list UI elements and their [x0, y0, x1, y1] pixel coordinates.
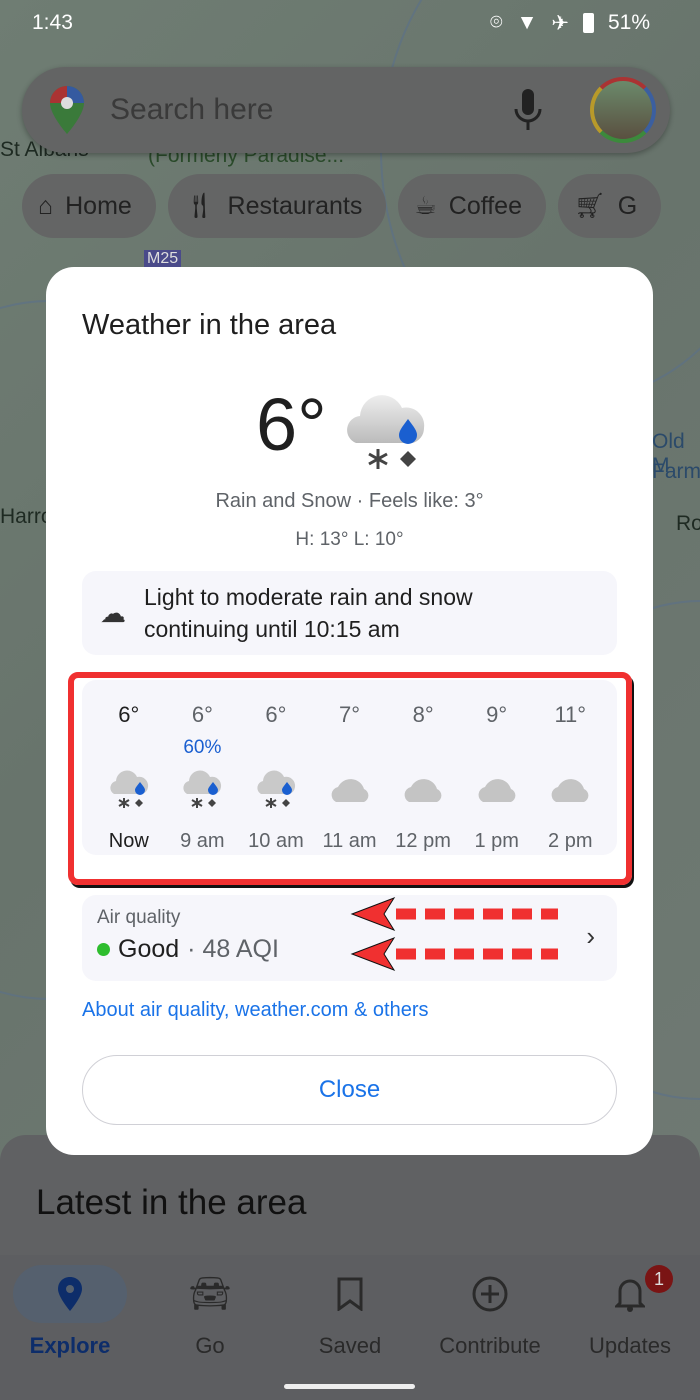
nav-label: Saved	[318, 1333, 382, 1358]
airplane-icon: ✈	[551, 11, 569, 35]
nav-label: Explore	[29, 1333, 111, 1358]
avatar[interactable]	[590, 77, 656, 143]
sheet-title: Latest in the area	[36, 1183, 307, 1222]
current-temperature: 6°	[256, 383, 327, 466]
chevron-right-icon: ›	[586, 921, 595, 951]
about-air-quality-link[interactable]: About air quality, weather.com & others	[82, 999, 428, 1022]
chip-label: Coffee	[448, 191, 522, 220]
cart-icon: 🛒︎	[573, 191, 606, 220]
close-button[interactable]: Close	[82, 1055, 617, 1125]
rain-snow-cloud-icon: ☁︎	[100, 597, 126, 628]
highlight-box	[68, 672, 632, 885]
clock: 1:43	[32, 11, 73, 34]
explore-pin-icon	[13, 1265, 127, 1323]
aqi-value: · 48 AQI	[187, 935, 279, 963]
alert-text: Light to moderate rain and snow continui…	[144, 584, 473, 642]
nav-go[interactable]: 🚘︎ Go	[140, 1265, 280, 1359]
aqi-status: Good	[118, 935, 180, 963]
gesture-handle[interactable]	[284, 1384, 415, 1389]
chip-label: Restaurants	[227, 191, 363, 220]
chip-groceries[interactable]: 🛒︎ G	[557, 174, 662, 238]
weather-alert[interactable]: ☁︎ Light to moderate rain and snow conti…	[82, 571, 617, 655]
chip-coffee[interactable]: ☕︎ Coffee	[398, 174, 546, 238]
chip-home[interactable]: ⌂ Home	[22, 174, 156, 238]
coffee-icon: ☕︎	[414, 192, 437, 220]
air-quality-label: Air quality	[97, 907, 181, 928]
high-low-text: H: 13° L: 10°	[295, 529, 404, 550]
status-bar: 1:43 ⌾ ▼ ✈ 51%	[32, 8, 650, 38]
search-input[interactable]: Search here	[110, 93, 514, 127]
aqi-status-dot	[97, 943, 110, 956]
nav-updates[interactable]: 1 Updates	[560, 1265, 700, 1359]
add-circle-icon	[433, 1265, 547, 1323]
nav-label: Contribute	[439, 1333, 541, 1358]
location-icon: ⌾	[489, 11, 503, 34]
nav-label: Updates	[589, 1333, 671, 1358]
nav-explore[interactable]: Explore	[0, 1265, 140, 1359]
restaurant-icon: 🍴︎	[183, 191, 216, 220]
wifi-icon: ▼	[516, 11, 538, 34]
condition-text: Rain and Snow · Feels like: 3°	[215, 490, 484, 512]
battery-icon	[582, 13, 594, 33]
maps-logo-icon	[50, 86, 84, 134]
chip-restaurants[interactable]: 🍴︎ Restaurants	[167, 174, 387, 238]
map-label: Harro	[0, 505, 53, 528]
commute-icon: 🚘︎	[188, 1275, 232, 1313]
dialog-title: Weather in the area	[82, 309, 337, 341]
search-bar[interactable]: Search here	[22, 67, 670, 153]
nav-label: Go	[195, 1333, 225, 1358]
nav-saved[interactable]: Saved	[280, 1265, 420, 1359]
annotation-arrows-icon	[350, 897, 558, 971]
nav-contribute[interactable]: Contribute	[420, 1265, 560, 1359]
map-label: Farm	[652, 460, 700, 483]
chip-label: G	[617, 191, 638, 220]
home-icon: ⌂	[38, 191, 54, 220]
battery-percent: 51%	[607, 11, 650, 34]
bell-icon: 1	[573, 1265, 687, 1323]
bookmark-icon	[293, 1265, 407, 1323]
map-label: M25	[144, 250, 182, 268]
microphone-icon[interactable]	[514, 89, 542, 131]
chip-label: Home	[65, 191, 132, 220]
notification-badge: 1	[645, 1265, 673, 1293]
bottom-nav: Explore 🚘︎ Go Saved Contribute 1 Updates	[0, 1255, 700, 1400]
map-label: Ro	[676, 512, 700, 535]
rain-snow-icon	[347, 395, 425, 469]
